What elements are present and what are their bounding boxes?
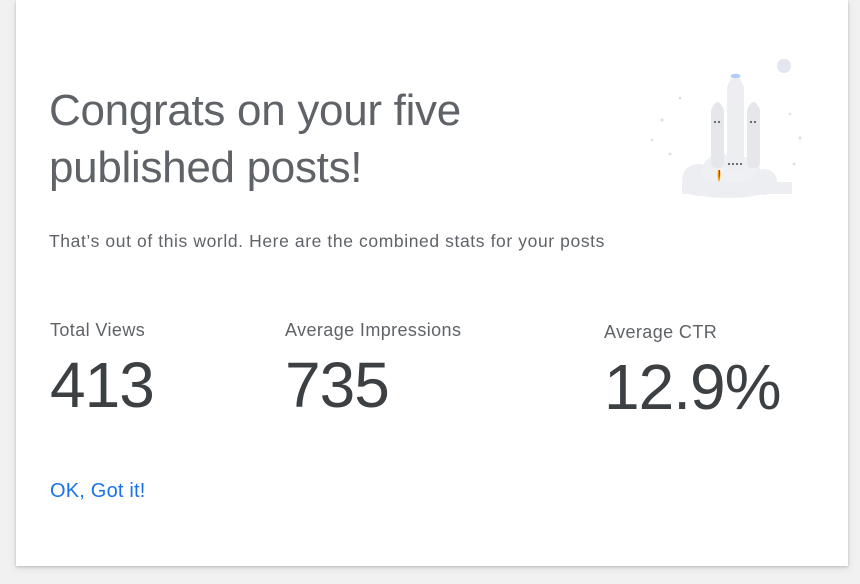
dialog-subtitle: That’s out of this world. Here are the c… [49, 231, 605, 251]
dialog-title: Congrats on your five published posts! [49, 82, 569, 196]
dialog-title-line-1: Congrats on your five [49, 86, 461, 135]
rocket-launch-icon [650, 59, 802, 198]
stat-value: 735 [285, 349, 390, 421]
stat-value: 12.9% [604, 351, 781, 423]
stat-average-impressions: Average Impressions 735 [285, 320, 461, 417]
stat-average-ctr: Average CTR 12.9% [604, 322, 781, 423]
stat-label: Average Impressions [285, 320, 462, 340]
congrats-dialog: Congrats on your five published posts! T… [16, 0, 848, 566]
stat-value: 413 [50, 349, 155, 421]
stat-total-views: Total Views 413 [50, 320, 155, 421]
stat-label: Average CTR [604, 322, 718, 342]
stat-label: Total Views [50, 320, 146, 340]
ok-got-it-button[interactable]: OK, Got it! [43, 474, 153, 509]
dialog-title-line-2: published posts! [49, 143, 363, 192]
